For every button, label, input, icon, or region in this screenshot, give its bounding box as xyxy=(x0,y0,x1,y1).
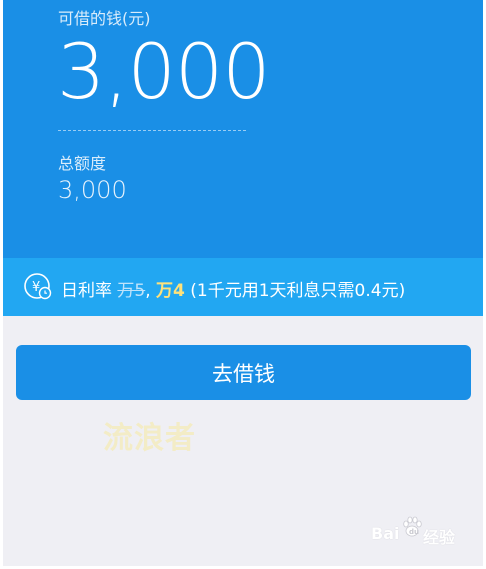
new-rate: 万4 xyxy=(156,281,185,301)
baidu-brand-text: Bai xyxy=(371,524,400,543)
svg-text:du: du xyxy=(409,528,419,536)
borrow-button[interactable]: 去借钱 xyxy=(16,345,471,400)
interest-rate-bar: ¥ 日利率 万5, 万4 (1千元用1天利息只需0.4元) xyxy=(3,258,483,316)
baidu-suffix-text: 经验 xyxy=(423,528,456,547)
total-limit-value: 3,000 xyxy=(58,176,127,204)
available-amount-value: 3,000 xyxy=(57,27,271,116)
baidu-paw-icon: du xyxy=(403,516,422,537)
interest-rate-text: 日利率 万5, 万4 (1千元用1天利息只需0.4元) xyxy=(61,281,406,301)
total-limit-label: 总额度 xyxy=(58,154,107,173)
divider xyxy=(58,130,246,131)
rate-prefix: 日利率 xyxy=(61,281,112,301)
old-rate: 万5 xyxy=(117,281,146,301)
yen-clock-icon: ¥ xyxy=(24,273,52,300)
baidu-watermark: Bai du 经验 xyxy=(371,516,471,548)
loan-screen: 可借的钱(元) 3,000 总额度 3,000 ¥ 日利率 万5, 万4 (1千… xyxy=(3,0,483,566)
rate-note: (1千元用1天利息只需0.4元) xyxy=(190,281,406,301)
available-amount-label: 可借的钱(元) xyxy=(58,9,151,28)
credit-summary-panel: 可借的钱(元) 3,000 总额度 3,000 xyxy=(3,0,483,258)
user-watermark: 流浪者 xyxy=(103,421,196,456)
